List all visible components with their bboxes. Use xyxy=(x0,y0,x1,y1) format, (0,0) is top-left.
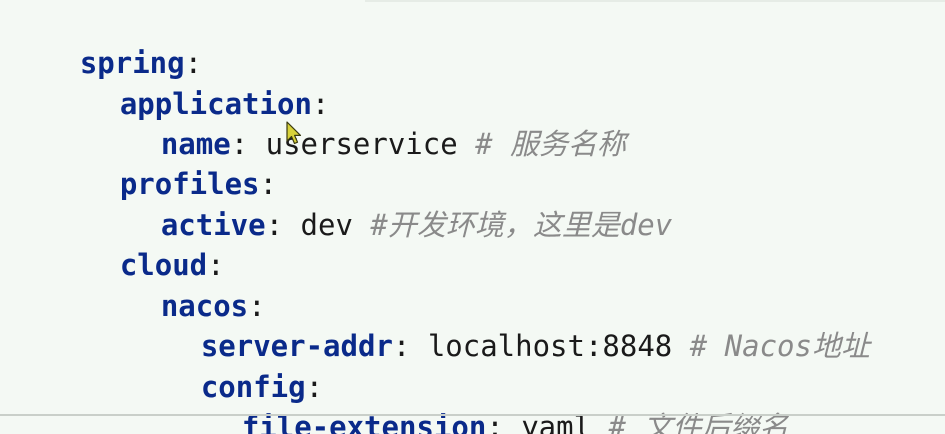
yaml-value: localhost:8848 xyxy=(427,328,673,363)
mouse-pointer-icon xyxy=(286,121,302,145)
colon: : xyxy=(265,207,301,242)
yaml-value: dev xyxy=(300,207,353,242)
code-line-9[interactable]: config: xyxy=(131,326,323,404)
code-line-8[interactable]: server-addr: localhost:8848 # Nacos地址 xyxy=(131,285,870,363)
editor-bottom-border xyxy=(0,414,945,416)
code-line-1[interactable]: spring: xyxy=(10,2,202,80)
code-line-3[interactable]: name: userservice # 服务名称 xyxy=(91,83,626,161)
yaml-editor[interactable]: spring: application: name: userservice #… xyxy=(0,0,945,434)
colon: : xyxy=(392,328,428,363)
code-line-4[interactable]: profiles: xyxy=(50,123,277,201)
code-line-2[interactable]: application: xyxy=(50,43,330,121)
code-line-10[interactable]: file-extension: yaml # 文件后缀名 xyxy=(172,366,789,434)
editor-top-border xyxy=(365,0,945,2)
code-line-5[interactable]: active: dev #开发环境，这里是dev xyxy=(91,164,672,242)
code-line-7[interactable]: nacos: xyxy=(91,245,266,323)
code-line-6[interactable]: cloud: xyxy=(50,204,225,282)
yaml-comment: #开发环境，这里是dev xyxy=(370,207,673,242)
yaml-comment: # 服务名称 xyxy=(475,126,627,161)
yaml-comment: # Nacos地址 xyxy=(689,328,870,363)
